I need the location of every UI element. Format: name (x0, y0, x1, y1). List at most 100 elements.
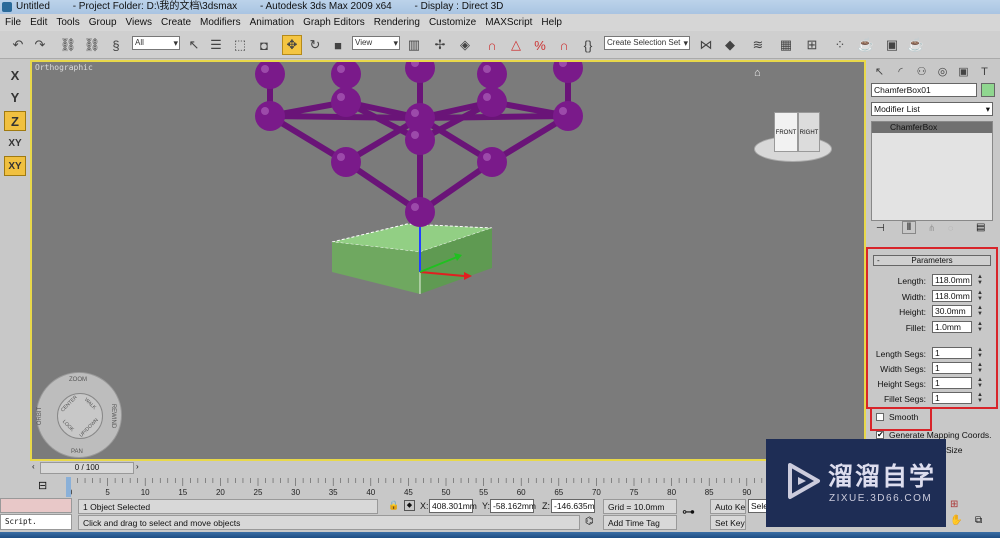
menu-help[interactable]: Help (541, 14, 562, 31)
zoom-extents-icon[interactable]: ⊞ (950, 499, 958, 510)
wheel-zoom[interactable]: ZOOM (69, 377, 87, 383)
show-end-result-icon[interactable]: Ⅱ (902, 221, 916, 234)
select-and-move-icon[interactable]: ✥ (282, 35, 302, 55)
select-by-name-icon[interactable]: ☰ (206, 35, 226, 55)
wheel-pan[interactable]: PAN (71, 449, 83, 455)
hierarchy-tab-icon[interactable]: ⚇ (912, 63, 931, 81)
menu-file[interactable]: File (5, 14, 21, 31)
spinner-icon[interactable]: ▲ ▼ (976, 362, 984, 374)
constraint-xy[interactable]: XY (4, 134, 26, 154)
set-key-button[interactable]: Set Key (710, 515, 746, 530)
param-input[interactable]: 30.0mm (932, 305, 972, 317)
render-icon[interactable]: ☕ (906, 35, 926, 55)
utilities-tab-icon[interactable]: T (975, 63, 994, 81)
edit-named-selection-icon[interactable]: {} (578, 35, 598, 55)
object-name-input[interactable]: ChamferBox01 (871, 83, 977, 97)
molecule-atom[interactable] (477, 87, 507, 117)
molecule-atom[interactable] (477, 62, 507, 89)
menu-maxscript[interactable]: MAXScript (485, 14, 532, 31)
parameters-rollout-header[interactable]: - Parameters (873, 255, 991, 266)
add-time-tag-button[interactable]: Add Time Tag (603, 515, 677, 530)
time-tag-icon[interactable]: ⌬ (585, 516, 594, 527)
viewport-orthographic[interactable]: Orthographic ⌂ FRONT RIGHT ZOOM PAN ORBI… (30, 60, 866, 461)
script-input[interactable]: Script. (0, 514, 72, 530)
molecule-atom[interactable] (477, 147, 507, 177)
spinner-snap-icon[interactable]: ∩ (554, 35, 574, 55)
maximize-viewport-icon[interactable]: ⧉ (975, 515, 982, 526)
manipulate-icon[interactable]: ✢ (430, 35, 450, 55)
absolute-mode-icon[interactable]: ◆ (404, 500, 415, 511)
y-coord-input[interactable]: -58.162mm (490, 499, 536, 513)
steering-wheel[interactable]: ZOOM PAN ORBIT REWIND CENTER WALK LOOK U… (36, 372, 122, 458)
pin-stack-icon[interactable]: ⊣ (876, 223, 885, 234)
molecule-atom[interactable] (553, 101, 583, 131)
unlink-icon[interactable]: ⛓ (82, 35, 102, 55)
constraint-xy-flyout[interactable]: XY (4, 156, 26, 176)
molecule-atom[interactable] (405, 125, 435, 155)
wheel-rewind[interactable]: REWIND (110, 404, 116, 428)
chamfer-box[interactable] (331, 223, 493, 294)
spinner-icon[interactable]: ▲ ▼ (976, 347, 984, 359)
schematic-view-icon[interactable]: ⊞ (802, 35, 822, 55)
param-input[interactable]: 1.0mm (932, 320, 972, 333)
auto-key-button[interactable]: Auto Key (710, 499, 746, 514)
spinner-icon[interactable]: ▲ ▼ (976, 305, 984, 317)
pivot-center-icon[interactable]: ▥ (404, 35, 424, 55)
selection-filter-dropdown[interactable]: All (132, 36, 180, 50)
spinner-icon[interactable]: ▲ ▼ (976, 392, 984, 404)
menu-create[interactable]: Create (161, 14, 191, 31)
bind-space-warp-icon[interactable]: § (106, 35, 126, 55)
viewcube[interactable]: FRONT RIGHT (754, 106, 834, 166)
prev-frame-icon[interactable]: ‹ (32, 462, 40, 474)
param-input[interactable]: 1 (932, 347, 972, 359)
material-editor-icon[interactable]: ⁘ (830, 35, 850, 55)
x-coord-input[interactable]: 408.301mm (429, 499, 477, 513)
menu-edit[interactable]: Edit (30, 14, 47, 31)
rotate-icon[interactable]: ↻ (305, 35, 325, 55)
select-icon[interactable]: ↖ (184, 35, 204, 55)
stack-item-chamferbox[interactable]: ChamferBox (872, 122, 992, 133)
next-frame-icon[interactable]: › (136, 462, 139, 471)
molecule-atom[interactable] (405, 197, 435, 227)
window-crossing-icon[interactable]: ◘ (254, 35, 274, 55)
spinner-icon[interactable]: ▲ ▼ (976, 321, 984, 333)
param-input[interactable]: 118.0mm (932, 274, 972, 286)
set-key-icon[interactable]: ⊶ (682, 504, 706, 524)
molecule-atom[interactable] (331, 62, 361, 89)
param-input[interactable]: 1 (932, 362, 972, 374)
menu-customize[interactable]: Customize (429, 14, 476, 31)
redo-icon[interactable]: ↷ (30, 35, 50, 55)
rendered-frame-icon[interactable]: ▣ (882, 35, 902, 55)
molecule-atom[interactable] (553, 62, 583, 83)
menu-graph-editors[interactable]: Graph Editors (303, 14, 365, 31)
modify-tab-icon[interactable]: ◜ (891, 63, 910, 81)
object-color-swatch[interactable] (981, 83, 995, 97)
motion-tab-icon[interactable]: ◎ (933, 63, 952, 81)
snap-icon[interactable]: ∩ (482, 35, 502, 55)
param-input[interactable]: 1 (932, 377, 972, 389)
menu-animation[interactable]: Animation (250, 14, 294, 31)
z-coord-input[interactable]: -146.635mm (551, 499, 595, 513)
param-input[interactable]: 118.0mm (932, 289, 972, 302)
molecule-atom[interactable] (255, 62, 285, 89)
molecule-atom[interactable] (405, 62, 435, 83)
menu-tools[interactable]: Tools (56, 14, 79, 31)
molecule-atom[interactable] (331, 87, 361, 117)
percent-snap-icon[interactable]: % (530, 35, 550, 55)
spinner-icon[interactable]: ▲ ▼ (976, 274, 984, 286)
mirror-icon[interactable]: ⋈ (696, 35, 716, 55)
menu-group[interactable]: Group (89, 14, 117, 31)
angle-snap-icon[interactable]: △ (506, 35, 526, 55)
spinner-icon[interactable]: ▲ ▼ (976, 377, 984, 389)
undo-icon[interactable]: ↶ (8, 35, 28, 55)
menu-rendering[interactable]: Rendering (374, 14, 420, 31)
rect-region-icon[interactable]: ⬚ (230, 35, 250, 55)
make-unique-icon[interactable]: ⋔ (928, 223, 936, 234)
param-input[interactable]: 1 (932, 392, 972, 404)
menu-modifiers[interactable]: Modifiers (200, 14, 241, 31)
modifier-list-dropdown[interactable]: Modifier List ▾ (871, 102, 993, 116)
pan-view-icon[interactable]: ✋ (950, 515, 962, 526)
molecule-atom[interactable] (331, 147, 361, 177)
align-icon[interactable]: ◆ (720, 35, 740, 55)
lock-selection-icon[interactable]: 🔒 (388, 500, 399, 511)
